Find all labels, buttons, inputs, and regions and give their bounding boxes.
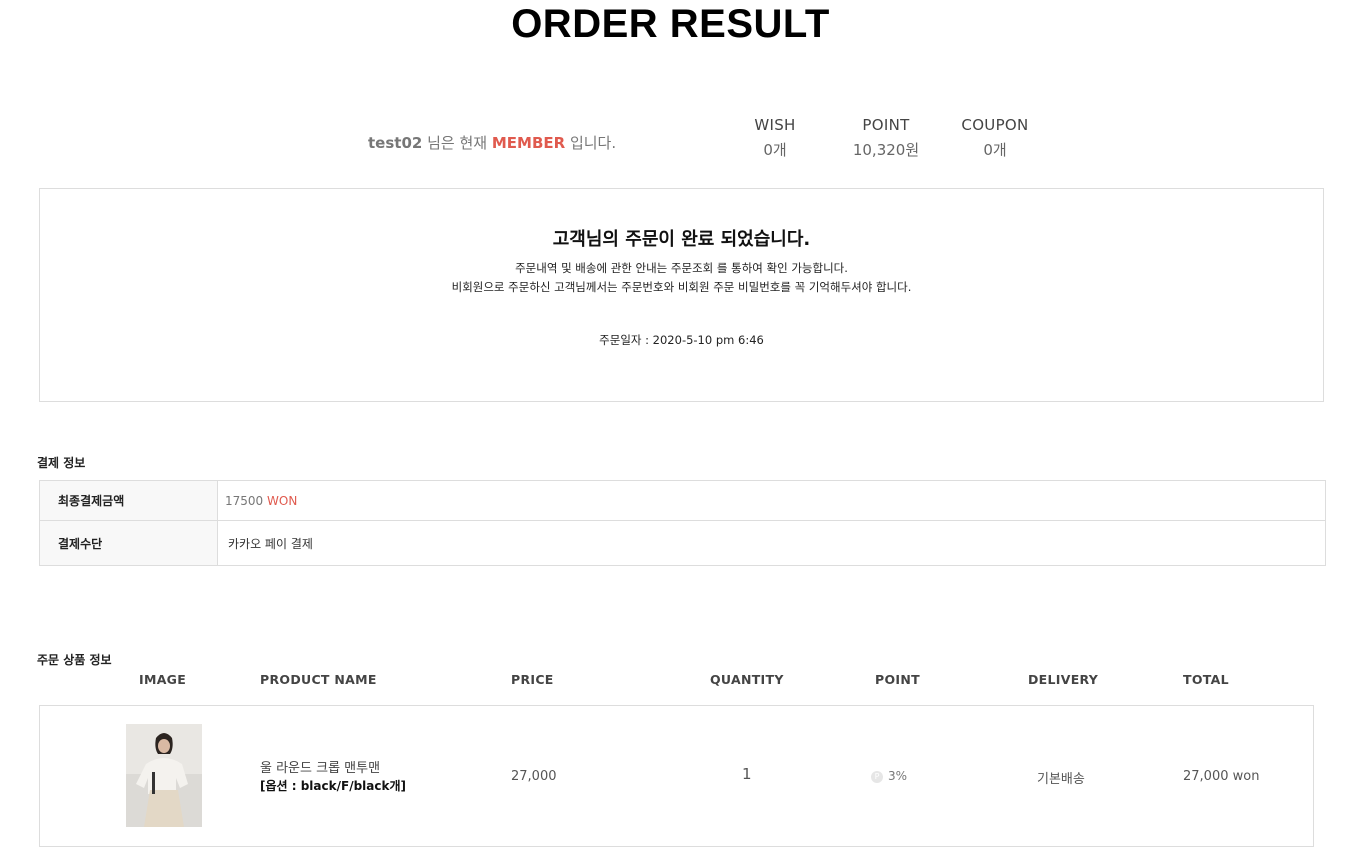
- member-id: test02: [368, 134, 423, 152]
- order-item-row: 울 라운드 크롭 맨투맨 [옵션 : black/F/black개] 27,00…: [39, 705, 1314, 847]
- col-header-delivery: DELIVERY: [1028, 672, 1099, 687]
- order-guide-message: 주문내역 및 배송에 관한 안내는 주문조회 를 통하여 확인 가능합니다.: [515, 261, 848, 275]
- coupon-stat[interactable]: COUPON 0개: [955, 116, 1035, 160]
- product-thumbnail[interactable]: [126, 724, 202, 827]
- payment-amount-unit: WON: [263, 493, 298, 508]
- product-price: 27,000: [511, 769, 557, 784]
- wish-label: WISH: [754, 116, 796, 134]
- payment-amount-value: 17500: [225, 493, 264, 508]
- product-delivery: 기본배송: [1037, 772, 1085, 787]
- member-grade: MEMBER: [491, 134, 566, 152]
- guest-guide-message: 비회원으로 주문하신 고객님께서는 주문번호와 비회원 주문 비밀번호를 꼭 기…: [451, 280, 912, 294]
- order-date-label: 주문일자 :: [599, 333, 653, 347]
- order-complete-headline: 고객님의 주문이 완료 되었습니다.: [552, 229, 811, 250]
- payment-info-table: 최종결제금액 17500 WON 결제수단 카카오 페이 결제: [39, 480, 1326, 566]
- point-stat[interactable]: POINT 10,320원: [846, 116, 926, 160]
- col-header-total: TOTAL: [1183, 672, 1229, 687]
- order-date: 주문일자 : 2020-5-10 pm 6:46: [40, 332, 1323, 348]
- point-label: POINT: [862, 116, 910, 134]
- col-header-product-name: PRODUCT NAME: [260, 672, 377, 687]
- product-total: 27,000 won: [1183, 769, 1260, 784]
- product-point: P 3%: [871, 769, 907, 783]
- payment-amount-cell: 17500 WON: [217, 480, 1326, 521]
- order-complete-panel: 고객님의 주문이 완료 되었습니다. 주문내역 및 배송에 관한 안내는 주문조…: [39, 188, 1324, 402]
- member-text-end: 입니다.: [565, 134, 617, 152]
- page-title: ORDER RESULT: [511, 2, 830, 46]
- col-header-price: PRICE: [511, 672, 554, 687]
- coupon-count: 0개: [983, 141, 1007, 159]
- product-name-link[interactable]: 울 라운드 크롭 맨투맨: [260, 757, 380, 776]
- payment-method-row: 결제수단 카카오 페이 결제: [39, 520, 1326, 566]
- col-header-point: POINT: [875, 672, 920, 687]
- payment-amount-label: 최종결제금액: [39, 480, 218, 521]
- col-header-image: IMAGE: [139, 672, 187, 687]
- point-balance: 10,320원: [852, 141, 920, 159]
- point-icon: P: [871, 770, 883, 783]
- payment-section-title: 결제 정보: [37, 456, 86, 470]
- payment-method-value: 카카오 페이 결제: [217, 520, 1326, 566]
- col-header-quantity: QUANTITY: [710, 672, 784, 687]
- products-section-title: 주문 상품 정보: [37, 653, 112, 667]
- payment-method-label: 결제수단: [39, 520, 218, 566]
- product-option: [옵션 : black/F/black개]: [260, 779, 406, 793]
- order-date-value: 2020-5-10 pm 6:46: [652, 333, 764, 347]
- wish-stat[interactable]: WISH 0개: [745, 116, 805, 160]
- product-point-rate: 3%: [888, 769, 908, 783]
- wish-count: 0개: [763, 141, 787, 159]
- coupon-label: COUPON: [961, 116, 1029, 134]
- member-status: test02 님은 현재 MEMBER 입니다.: [368, 132, 616, 153]
- member-text-mid: 님은 현재: [422, 134, 492, 152]
- payment-amount-row: 최종결제금액 17500 WON: [39, 480, 1326, 521]
- product-quantity: 1: [742, 765, 752, 783]
